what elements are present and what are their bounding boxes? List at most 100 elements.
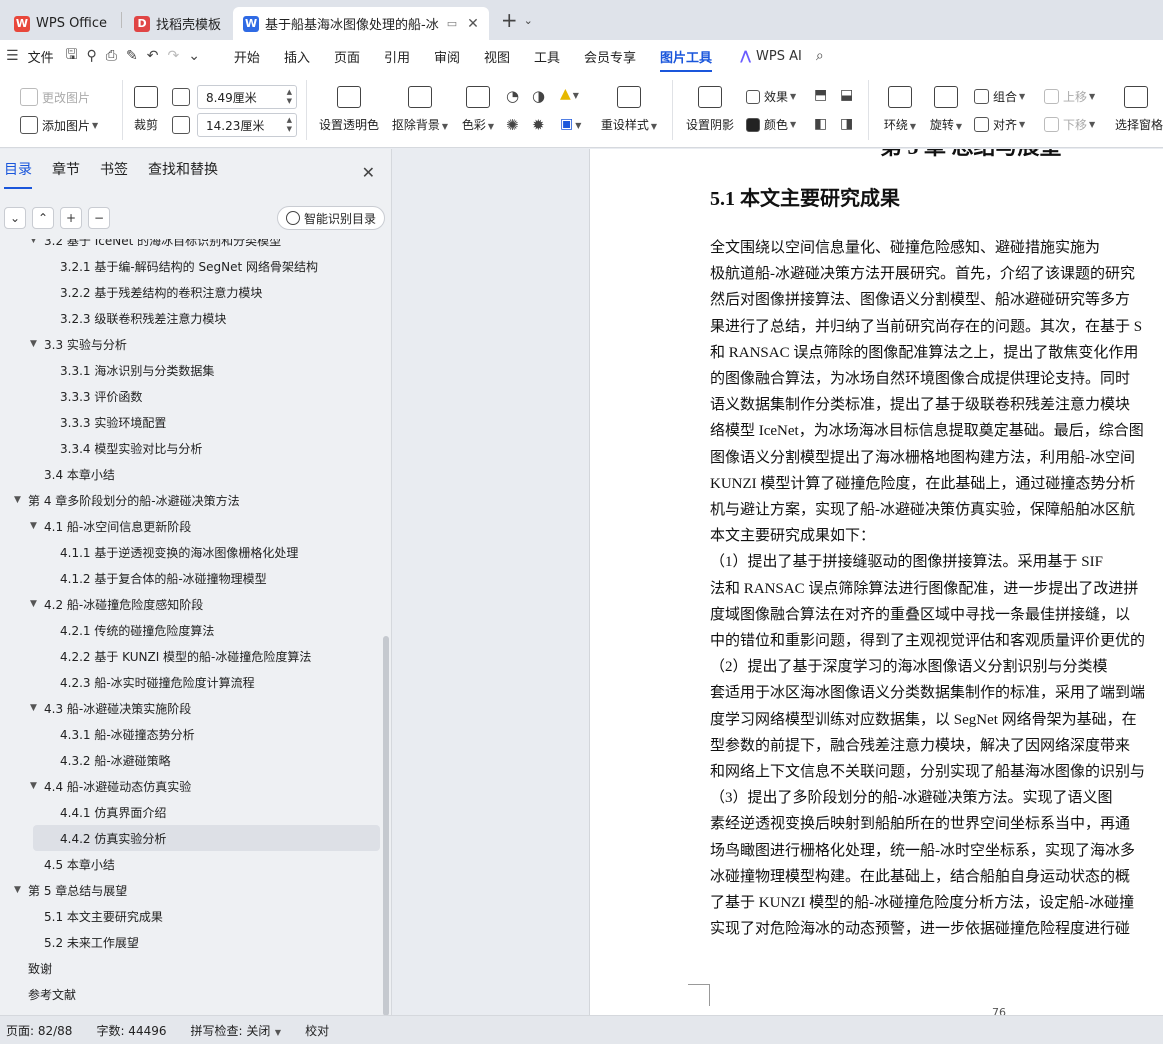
shadow-right-icon[interactable]: ◨ <box>840 116 853 132</box>
toc-item[interactable]: 4.2.2 基于 KUNZI 模型的船-冰碰撞危险度算法 <box>0 643 382 669</box>
toc-item[interactable]: 4.2.3 船-冰实时碰撞危险度计算流程 <box>0 669 382 695</box>
tab-wps-office[interactable]: W WPS Office <box>4 7 117 40</box>
brightness-down-icon[interactable]: ◑ <box>532 87 545 105</box>
expand-triangle-icon[interactable]: ▼ <box>30 599 44 609</box>
tab-reference[interactable]: 引用 <box>384 47 410 66</box>
expand-triangle-icon[interactable]: ▼ <box>30 781 44 791</box>
chevron-down-icon[interactable]: ⌄ <box>188 48 200 64</box>
set-shadow-button[interactable]: 设置阴影 <box>684 86 736 133</box>
save-icon[interactable]: 🖫 <box>66 44 78 68</box>
nav-tab-toc[interactable]: 目录 <box>4 159 32 189</box>
expand-triangle-icon[interactable]: ▼ <box>30 239 44 245</box>
toc-item[interactable]: 3.2.1 基于编-解码结构的 SegNet 网络骨架结构 <box>0 253 382 279</box>
plus-icon[interactable]: + <box>60 207 82 229</box>
toc-item[interactable]: 4.1.2 基于复合体的船-冰碰撞物理模型 <box>0 565 382 591</box>
toc-item[interactable]: 3.3.1 海冰识别与分类数据集 <box>0 357 382 383</box>
wrap-button[interactable]: 环绕 ▼ <box>880 86 920 133</box>
toc-item[interactable]: ▼ 3.2 基于 IceNet 的海冰目标识别和分类模型 <box>0 239 382 253</box>
print-icon[interactable]: ⎙ <box>106 48 117 64</box>
toc-item[interactable]: ▼ 3.3 实验与分析 <box>0 331 382 357</box>
add-picture-button[interactable]: 添加图片 ▼ <box>20 116 98 134</box>
undo-icon[interactable]: ↶ <box>147 48 159 64</box>
toc-item[interactable]: 3.3.3 评价函数 <box>0 383 382 409</box>
toc-item[interactable]: ▼ 4.2 船-冰碰撞危险度感知阶段 <box>0 591 382 617</box>
toc-item[interactable]: ▼ 4.3 船-冰避碰决策实施阶段 <box>0 695 382 721</box>
reset-style-button[interactable]: 重设样式 ▼ <box>598 86 660 133</box>
toc-item[interactable]: 3.3.4 模型实验对比与分析 <box>0 435 382 461</box>
crop-button[interactable]: 裁剪 <box>132 86 160 133</box>
group-button[interactable]: 组合 ▼ <box>974 88 1025 105</box>
toc-item[interactable]: ▼ 第 4 章多阶段划分的船-冰避碰决策方法 <box>0 487 382 513</box>
chevron-down-icon[interactable]: ⌄ <box>524 14 533 27</box>
page-count[interactable]: 页面: 82/88 <box>6 1022 72 1039</box>
minus-icon[interactable]: − <box>88 207 110 229</box>
change-picture-button[interactable]: 更改图片 <box>20 88 90 106</box>
word-count[interactable]: 字数: 44496 <box>96 1022 166 1039</box>
width-input[interactable]: 8.49厘米 ▲ ▼ <box>197 85 297 109</box>
expand-triangle-icon[interactable]: ▼ <box>30 521 44 531</box>
format-painter-icon[interactable]: ✎ <box>126 48 138 64</box>
toc-item[interactable]: 3.4 本章小结 <box>0 461 382 487</box>
expand-triangle-icon[interactable]: ▼ <box>14 495 28 505</box>
toc-item[interactable]: 4.3.1 船-冰碰撞态势分析 <box>0 721 382 747</box>
tab-review[interactable]: 审阅 <box>434 47 460 66</box>
tab-picture-tools[interactable]: 图片工具 <box>660 47 713 72</box>
move-up-button[interactable]: 上移 ▼ <box>1044 88 1095 105</box>
rotate-button[interactable]: 旋转 ▼ <box>926 86 966 133</box>
toc-item[interactable]: 4.4.2 仿真实验分析 <box>33 825 380 851</box>
toc-scrollbar[interactable] <box>383 636 389 1016</box>
chevron-down-icon[interactable]: ⌄ <box>4 207 26 229</box>
search-icon[interactable]: ⌕ <box>816 48 824 64</box>
contrast-up-icon[interactable]: ✺ <box>506 116 519 134</box>
remove-background-button[interactable]: 抠除背景 ▼ <box>390 86 450 133</box>
toc-item[interactable]: ▼ 第 5 章总结与展望 <box>0 877 382 903</box>
selection-pane-button[interactable]: 选择窗格 <box>1112 86 1163 132</box>
spinner-arrows-icon[interactable]: ▲ ▼ <box>287 88 292 106</box>
color-button[interactable]: 色彩 ▼ <box>458 86 498 133</box>
toc-item[interactable]: 4.5 本章小结 <box>0 851 382 877</box>
expand-triangle-icon[interactable]: ▼ <box>30 703 44 713</box>
shadow-left-icon[interactable]: ◧ <box>814 116 827 132</box>
tab-page[interactable]: 页面 <box>334 47 360 66</box>
tab-tools[interactable]: 工具 <box>534 47 560 66</box>
toc-item[interactable]: 参考文献 <box>0 981 382 1007</box>
nav-tab-sections[interactable]: 章节 <box>52 159 80 189</box>
tab-document[interactable]: W 基于船基海冰图像处理的船-冰 ▭ ✕ <box>233 7 489 40</box>
hamburger-icon[interactable]: ☰ <box>6 48 19 64</box>
close-icon[interactable]: ✕ <box>362 163 375 182</box>
spinner-arrows-icon[interactable]: ▲ ▼ <box>287 116 292 134</box>
close-icon[interactable]: ✕ <box>467 16 479 32</box>
fill-color-button[interactable]: 颜色 ▼ <box>746 116 796 133</box>
shadow-down-icon[interactable]: ⬓ <box>840 87 853 103</box>
monitor-icon[interactable]: ▭ <box>447 17 457 30</box>
toc-item[interactable]: 3.2.3 级联卷积残差注意力模块 <box>0 305 382 331</box>
set-transparent-button[interactable]: 设置透明色 <box>318 86 380 133</box>
spell-check[interactable]: 拼写检查: 关闭 ▼ <box>191 1022 282 1039</box>
tab-insert[interactable]: 插入 <box>284 47 310 66</box>
expand-triangle-icon[interactable]: ▼ <box>30 339 44 349</box>
toc-item[interactable]: ▼ 4.4 船-冰避碰动态仿真实验 <box>0 773 382 799</box>
toc-item[interactable]: 4.3.2 船-冰避碰策略 <box>0 747 382 773</box>
wps-ai-button[interactable]: ⋀ WPS AI <box>740 49 802 64</box>
height-input[interactable]: 14.23厘米 ▲ ▼ <box>197 113 297 137</box>
toc-item[interactable]: 3.2.2 基于残差结构的卷积注意力模块 <box>0 279 382 305</box>
expand-triangle-icon[interactable]: ▼ <box>14 885 28 895</box>
link-icon[interactable]: ⚲ <box>87 48 97 64</box>
brightness-up-icon[interactable]: ◔ <box>506 87 519 105</box>
file-menu[interactable]: 文件 <box>28 47 54 66</box>
smart-toc-button[interactable]: 智能识别目录 <box>277 206 386 230</box>
chevron-up-icon[interactable]: ⌃ <box>32 207 54 229</box>
tab-view[interactable]: 视图 <box>484 47 510 66</box>
border-color-icon[interactable]: ▣ ▼ <box>560 116 581 132</box>
redo-icon[interactable]: ↷ <box>167 48 179 64</box>
nav-tab-find-replace[interactable]: 查找和替换 <box>148 159 218 189</box>
toc-item[interactable]: 4.1.1 基于逆透视变换的海冰图像栅格化处理 <box>0 539 382 565</box>
align-button[interactable]: 对齐 ▼ <box>974 116 1025 133</box>
contrast-down-icon[interactable]: ✹ <box>532 116 545 134</box>
toc-item[interactable]: ▼ 4.1 船-冰空间信息更新阶段 <box>0 513 382 539</box>
tab-template[interactable]: D 找稻壳模板 <box>124 7 231 40</box>
toc-item[interactable]: 致谢 <box>0 955 382 981</box>
nav-tab-bookmarks[interactable]: 书签 <box>100 159 128 189</box>
tab-start[interactable]: 开始 <box>234 47 260 66</box>
toc-item[interactable]: 4.4.1 仿真界面介绍 <box>0 799 382 825</box>
